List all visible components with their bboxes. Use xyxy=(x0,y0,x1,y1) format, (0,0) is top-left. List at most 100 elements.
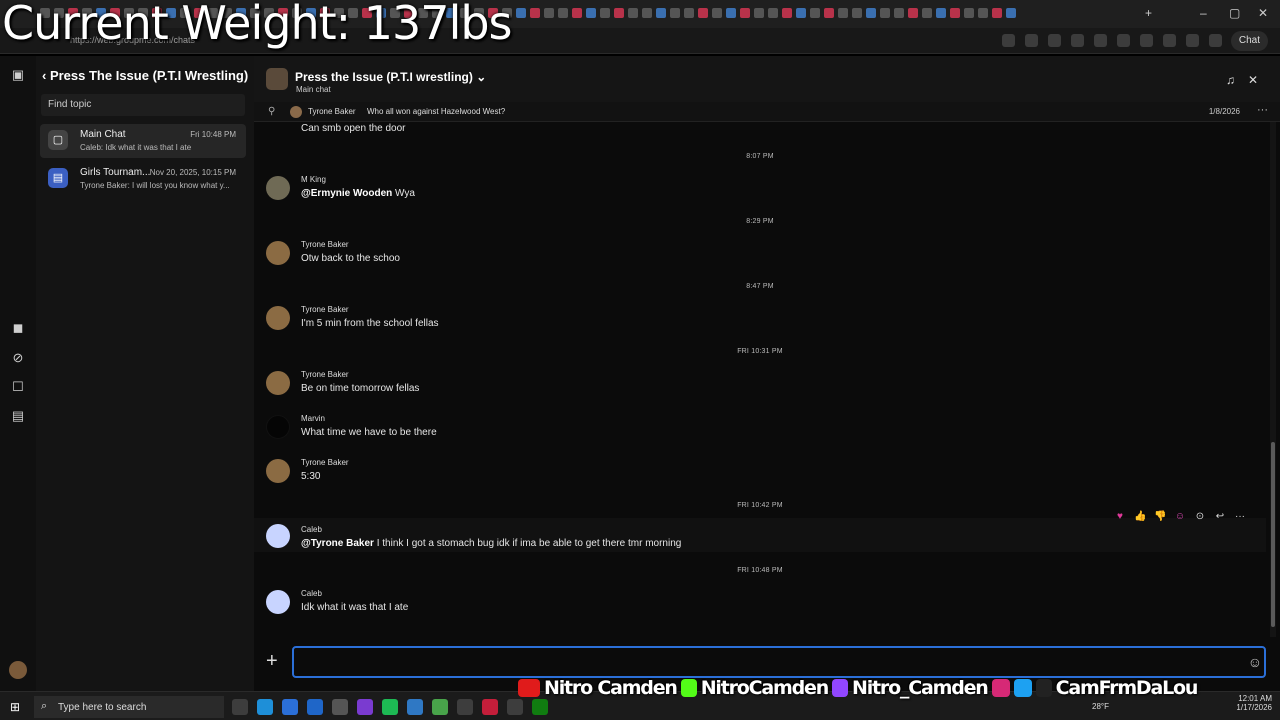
app-icon[interactable] xyxy=(482,699,498,715)
add-reaction-icon[interactable]: ⊙ xyxy=(1194,511,1206,522)
heart-icon[interactable]: ♥ xyxy=(1114,511,1126,522)
group-avatar[interactable] xyxy=(266,68,288,90)
social-handle: Nitro Camden xyxy=(544,677,678,699)
clock-date: 1/17/2026 xyxy=(1236,703,1272,712)
avatar[interactable] xyxy=(266,371,290,395)
message-author[interactable]: Marvin xyxy=(301,414,325,423)
app-rail: ▣ ◼ ⊘ ☐ ▤ xyxy=(0,56,36,691)
chat-panel: Press the Issue (P.T.I wrestling) ⌄ Main… xyxy=(254,56,1280,691)
avatar[interactable] xyxy=(266,459,290,483)
extension-icon[interactable] xyxy=(1140,34,1153,47)
avatar[interactable] xyxy=(266,241,290,265)
xbox-icon[interactable] xyxy=(532,699,548,715)
groupme-logo-icon[interactable]: ▣ xyxy=(11,68,25,82)
avatar[interactable] xyxy=(266,176,290,200)
message[interactable]: ♥ 👍 👎 ☺ ⊙ ↩ ··· Caleb @Tyrone Baker I th… xyxy=(254,511,1266,552)
social-handle: NitroCamden xyxy=(700,677,829,699)
message[interactable]: M King @Ermynie Wooden Wya xyxy=(254,173,1266,207)
pinned-date: 1/8/2026 xyxy=(1208,107,1240,116)
twitter-icon xyxy=(1013,679,1032,697)
topic-title: Girls Tournam... xyxy=(80,167,151,178)
avatar[interactable] xyxy=(9,661,27,679)
minecraft-icon[interactable] xyxy=(432,699,448,715)
message-input[interactable] xyxy=(292,646,1266,678)
emoji-icon[interactable]: ☺ xyxy=(1248,654,1262,670)
close-window-button[interactable]: ✕ xyxy=(1258,6,1268,20)
chevron-down-icon[interactable]: ⌄ xyxy=(476,70,486,84)
emoji-reaction-icon[interactable]: ☺ xyxy=(1174,511,1186,522)
avatar[interactable] xyxy=(266,415,290,439)
message-author[interactable]: Tyrone Baker xyxy=(301,240,349,249)
app-icon[interactable] xyxy=(332,699,348,715)
task-view-icon[interactable] xyxy=(232,699,248,715)
topic-main-chat[interactable]: ▢ Main Chat Fri 10:48 PM Caleb: Idk what… xyxy=(40,124,246,158)
chat-title[interactable]: Press the Issue (P.T.I wrestling) ⌄ xyxy=(295,70,486,84)
mail-icon[interactable] xyxy=(307,699,323,715)
extension-icon[interactable] xyxy=(1048,34,1061,47)
message-author[interactable]: Caleb xyxy=(301,525,322,534)
message[interactable]: Can smb open the door xyxy=(254,122,1266,142)
edge-icon[interactable] xyxy=(257,699,273,715)
message[interactable]: Tyrone Baker Be on time tomorrow fellas xyxy=(254,368,1266,402)
extension-icon[interactable] xyxy=(1186,34,1199,47)
scrollbar-thumb[interactable] xyxy=(1271,442,1275,627)
scrollbar[interactable] xyxy=(1270,122,1276,637)
message[interactable]: Tyrone Baker Otw back to the schoo xyxy=(254,238,1266,272)
extension-icon[interactable] xyxy=(1002,34,1015,47)
reply-icon[interactable]: ↩ xyxy=(1214,511,1226,522)
find-topic-input[interactable]: Find topic xyxy=(41,94,245,116)
pinned-message-bar[interactable]: ⚲ Tyrone Baker Who all won against Hazel… xyxy=(254,102,1280,122)
app-icon[interactable] xyxy=(507,699,523,715)
message-author[interactable]: Tyrone Baker xyxy=(301,370,349,379)
extension-icon[interactable] xyxy=(1117,34,1130,47)
message-author[interactable]: Tyrone Baker xyxy=(301,305,349,314)
message-author[interactable]: M King xyxy=(301,175,326,184)
chats-icon[interactable]: ◼ xyxy=(11,321,25,335)
app-icon[interactable] xyxy=(282,699,298,715)
minimize-button[interactable]: – xyxy=(1200,6,1207,20)
topic-girls-tournament[interactable]: ▤ Girls Tournam... Nov 20, 2025, 10:15 P… xyxy=(40,162,246,196)
windows-start-icon[interactable]: ⊞ xyxy=(10,700,20,714)
message[interactable]: Caleb Idk what it was that I ate xyxy=(254,587,1266,621)
new-tab-button[interactable]: + xyxy=(1145,6,1152,20)
taskbar-search[interactable]: ⌕ Type here to search xyxy=(34,696,224,718)
weather-temperature[interactable]: 28°F xyxy=(1092,702,1109,711)
attach-button[interactable]: + xyxy=(266,650,278,673)
message[interactable]: Tyrone Baker I'm 5 min from the school f… xyxy=(254,303,1266,337)
app-icon[interactable] xyxy=(357,699,373,715)
system-clock[interactable]: 12:01 AM 1/17/2026 xyxy=(1236,694,1272,712)
app-icon[interactable] xyxy=(457,699,473,715)
mention[interactable]: @Ermynie Wooden xyxy=(301,188,392,199)
message[interactable]: Tyrone Baker 5:30 xyxy=(254,456,1266,490)
avatar[interactable] xyxy=(266,524,290,548)
message[interactable]: Marvin What time we have to be there xyxy=(254,412,1266,446)
contacts-icon[interactable]: ☐ xyxy=(11,380,25,394)
message-author[interactable]: Caleb xyxy=(301,589,322,598)
extension-icon[interactable] xyxy=(1209,34,1222,47)
message-author[interactable]: Tyrone Baker xyxy=(301,458,349,467)
extension-icon[interactable] xyxy=(1163,34,1176,47)
avatar[interactable] xyxy=(266,306,290,330)
archive-icon[interactable]: ▤ xyxy=(11,409,25,423)
extension-icon[interactable] xyxy=(1094,34,1107,47)
thumbs-up-icon[interactable]: 👍 xyxy=(1134,511,1146,522)
thumbs-down-icon[interactable]: 👎 xyxy=(1154,511,1166,522)
chat-button[interactable]: Chat xyxy=(1230,31,1268,51)
back-button[interactable]: ‹ Press The Issue (P.T.I Wrestling) xyxy=(42,68,248,83)
more-icon[interactable]: ··· xyxy=(1234,511,1246,522)
social-handle: CamFrmDaLou xyxy=(1055,677,1199,699)
spotify-icon[interactable] xyxy=(382,699,398,715)
more-icon[interactable]: ··· xyxy=(1257,104,1268,116)
close-icon[interactable]: ✕ xyxy=(1248,73,1258,87)
mention[interactable]: @Tyrone Baker xyxy=(301,538,374,549)
headphones-icon[interactable]: ♫ xyxy=(1226,73,1235,87)
discover-icon[interactable]: ⊘ xyxy=(11,351,25,365)
avatar[interactable] xyxy=(266,590,290,614)
social-overlay: Nitro Camden NitroCamden Nitro_Camden Ca… xyxy=(518,676,1199,700)
message-feed[interactable]: Can smb open the door 8:07 PM M King @Er… xyxy=(254,122,1266,637)
extension-icon[interactable] xyxy=(1071,34,1084,47)
timestamp-divider: 8:47 PM xyxy=(746,283,774,290)
maximize-button[interactable]: ▢ xyxy=(1229,6,1240,20)
app-icon[interactable] xyxy=(407,699,423,715)
extension-icon[interactable] xyxy=(1025,34,1038,47)
